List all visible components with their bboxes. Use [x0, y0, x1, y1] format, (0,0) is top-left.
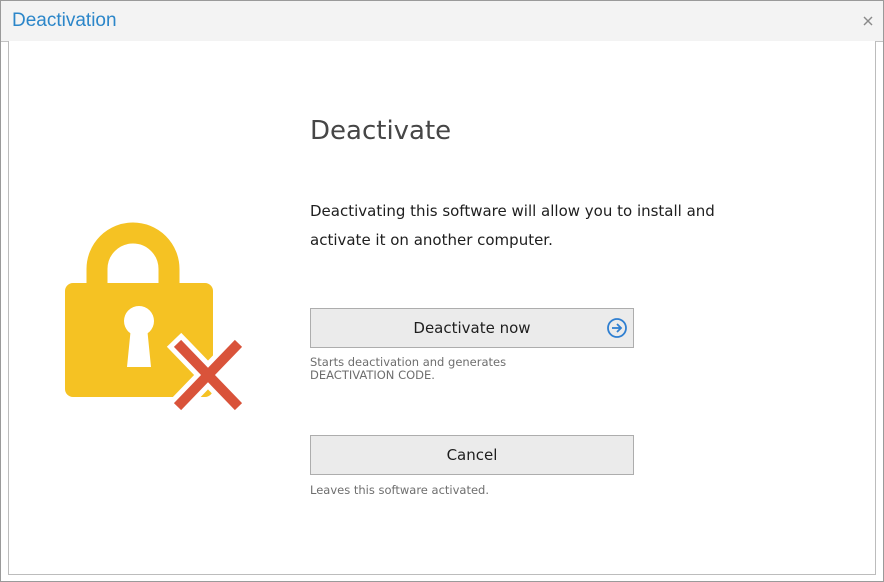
deactivate-now-label: Deactivate now: [413, 319, 531, 337]
dialog-content: Deactivate Deactivating this software wi…: [8, 41, 876, 575]
deactivate-hint-line-1: Starts deactivation and generates: [310, 355, 507, 369]
description-line-1: Deactivating this software will allow yo…: [310, 202, 715, 220]
cancel-button[interactable]: Cancel: [310, 435, 634, 475]
deactivation-dialog: Deactivation Deactivate Deactivating thi…: [0, 0, 884, 582]
deactivate-hint-line-2: DEACTIVATION CODE.: [310, 368, 435, 382]
cancel-label: Cancel: [446, 446, 498, 464]
description-text: Deactivating this software will allow yo…: [310, 197, 810, 255]
close-icon[interactable]: [857, 7, 879, 33]
arrow-right-circle-icon: [607, 318, 627, 338]
window-title: Deactivation: [12, 10, 117, 31]
description-line-2: activate it on another computer.: [310, 231, 553, 249]
page-title: Deactivate: [310, 116, 452, 146]
deactivate-now-button[interactable]: Deactivate now: [310, 308, 634, 348]
title-bar: Deactivation: [1, 1, 883, 42]
lock-icon: [65, 222, 250, 418]
cancel-hint: Leaves this software activated.: [310, 483, 490, 497]
close-button[interactable]: [857, 7, 879, 33]
deactivate-hint: Starts deactivation and generates DEACTI…: [310, 356, 650, 382]
